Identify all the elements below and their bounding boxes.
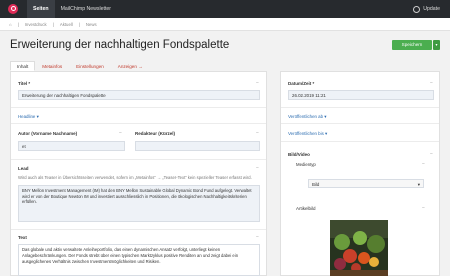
- tab-inhalt[interactable]: Inhalt: [10, 61, 36, 71]
- collapse-icon[interactable]: −: [256, 165, 259, 171]
- tab-anzeigen[interactable]: Anzeigen →: [111, 61, 150, 71]
- date-input[interactable]: 26.02.2019 11:21: [288, 90, 434, 100]
- update-icon: [413, 5, 421, 13]
- text-label: Text: [18, 235, 27, 240]
- tab-einstellungen[interactable]: Einstellungen: [69, 61, 111, 71]
- app-logo[interactable]: [8, 4, 18, 14]
- chevron-down-icon: ▾: [417, 182, 420, 187]
- home-icon[interactable]: ⌂: [9, 22, 12, 27]
- nav-seiten[interactable]: Seiten: [27, 0, 55, 18]
- image-section-title: Bild/Video: [288, 152, 310, 157]
- collapse-icon[interactable]: −: [430, 151, 433, 157]
- breadcrumb-item[interactable]: News: [86, 22, 97, 27]
- tab-metainfos[interactable]: Metainfos: [35, 61, 69, 71]
- update-link[interactable]: Update: [413, 0, 440, 18]
- tabs: Inhalt Metainfos Einstellungen Anzeigen …: [10, 61, 150, 71]
- save-dropdown-button[interactable]: ▾: [433, 40, 440, 50]
- media-type-label: Medientyp: [296, 162, 316, 167]
- media-type-select[interactable]: Bild ▾: [308, 179, 424, 188]
- breadcrumb-item[interactable]: Investdruck: [25, 22, 47, 27]
- breadcrumb: ⌂ | Investdruck | Aktuell | News: [0, 18, 450, 31]
- author-input[interactable]: et: [18, 141, 125, 151]
- editor-input[interactable]: [135, 141, 260, 151]
- collapse-icon[interactable]: −: [256, 234, 259, 240]
- collapse-icon[interactable]: −: [119, 130, 122, 136]
- update-label: Update: [423, 6, 440, 12]
- collapse-icon[interactable]: −: [422, 205, 425, 211]
- media-type-value: Bild: [312, 182, 320, 187]
- lead-label: Lead: [18, 166, 29, 171]
- lead-textarea[interactable]: BNY Mellon Investment Management (IM) ha…: [18, 185, 260, 222]
- top-nav: Seiten MailChimp Newsletter: [27, 0, 117, 18]
- text-editor[interactable]: Das globale und aktiv verwaltete Anleihe…: [18, 244, 260, 276]
- article-image-label: Artikelbild: [296, 206, 316, 211]
- top-bar: Seiten MailChimp Newsletter Update: [0, 0, 450, 18]
- publish-from-toggle[interactable]: Veröffentlichen ab: [288, 114, 327, 120]
- collapse-icon[interactable]: −: [256, 80, 259, 86]
- author-label: Autor (Vorname Nachname): [18, 131, 78, 136]
- breadcrumb-item[interactable]: Aktuell: [60, 22, 73, 27]
- editor-label: Redakteur (Kürzel): [135, 131, 176, 136]
- nav-mailchimp[interactable]: MailChimp Newsletter: [55, 0, 117, 18]
- page-title: Erweiterung der nachhaltigen Fondspalett…: [10, 39, 230, 51]
- collapse-icon[interactable]: −: [422, 161, 425, 167]
- headline-toggle[interactable]: Headline: [18, 114, 39, 120]
- article-image[interactable]: [330, 220, 388, 276]
- collapse-icon[interactable]: −: [256, 130, 259, 136]
- title-input[interactable]: Erweiterung der nachhaltigen Fondspalett…: [18, 90, 260, 100]
- title-label: Titel *: [18, 81, 31, 86]
- collapse-icon[interactable]: −: [430, 80, 433, 86]
- publish-until-toggle[interactable]: Veröffentlichen bis: [288, 131, 327, 137]
- date-label: Datum/Zeit *: [288, 81, 315, 86]
- lead-hint: Wird auch als Teaser in Übersichtsseiten…: [18, 175, 252, 180]
- save-button[interactable]: Speichern: [392, 40, 432, 50]
